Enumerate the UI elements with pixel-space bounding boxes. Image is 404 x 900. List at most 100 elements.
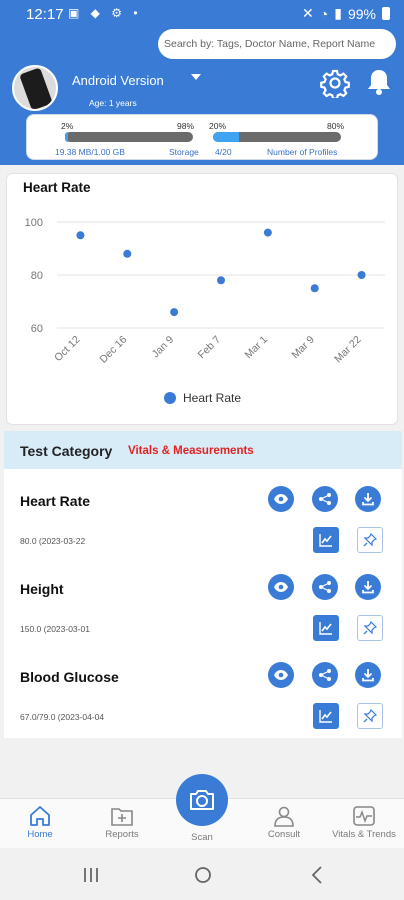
share-button[interactable] [312, 574, 338, 600]
download-button[interactable] [355, 574, 381, 600]
avatar[interactable] [12, 65, 58, 111]
trend-button[interactable] [313, 527, 339, 553]
x-tick-label: Feb 7 [196, 334, 224, 362]
profiles-used-pct: 20% [209, 121, 227, 131]
download-icon [362, 493, 374, 506]
profiles-bar-fill [213, 132, 239, 142]
stats-card: 2% 98% 19.38 MB/1.00 GB Storage 20% 80% … [26, 114, 378, 160]
item-title: Heart Rate [20, 493, 91, 509]
profiles-bar [213, 132, 341, 142]
data-point[interactable] [310, 284, 319, 293]
share-button[interactable] [312, 486, 338, 512]
item-value: 80.0 (2023-03-22 [20, 536, 86, 546]
pin-button[interactable] [357, 527, 383, 553]
notification-icons: ▣ ◆ ⚙ • [68, 6, 142, 20]
y-tick-label: 60 [31, 323, 43, 335]
view-button[interactable] [268, 486, 294, 512]
test-category-label: Test Category [20, 443, 113, 459]
pin-icon [363, 532, 378, 547]
status-time: 12:17 [26, 6, 64, 23]
x-tick-label: Mar 9 [289, 334, 317, 362]
heart-rate-chart: 100 80 60 Oct 12 Dec 16 Jan 9 Feb 7 Mar 1 Mar 9 M… [25, 217, 385, 405]
data-point[interactable] [170, 308, 179, 317]
bell-icon[interactable] [365, 67, 393, 97]
pin-icon [363, 708, 378, 723]
app-header: 12:17 ▣ ◆ ⚙ • ✕ ◔ ▮ 99% Search by: Tags,… [0, 0, 404, 165]
data-point[interactable] [217, 276, 225, 285]
vitals-icon [353, 806, 375, 826]
item-title: Blood Glucose [20, 669, 119, 685]
data-point[interactable] [123, 249, 132, 258]
camera-icon [190, 790, 214, 810]
share-icon [319, 669, 331, 681]
trend-button[interactable] [313, 703, 339, 729]
data-point[interactable] [357, 271, 366, 279]
nav-vitals[interactable]: Vitals & Trends [324, 805, 404, 840]
profile-name[interactable]: Android Version [72, 73, 164, 88]
download-button[interactable] [355, 486, 381, 512]
caret-down-icon[interactable] [190, 72, 202, 82]
nav-reports-label: Reports [105, 829, 139, 840]
test-category-value[interactable]: Vitals & Measurements [128, 445, 254, 457]
storage-label: Storage [169, 147, 199, 157]
recents-icon[interactable] [82, 866, 100, 884]
profiles-free-pct: 80% [327, 121, 345, 131]
storage-used-pct: 2% [61, 121, 74, 131]
profiles-label: Number of Profiles [267, 147, 338, 157]
pin-button[interactable] [357, 615, 383, 641]
data-point[interactable] [76, 231, 85, 240]
nav-home[interactable]: Home [0, 805, 80, 840]
x-tick-label: Mar 1 [243, 334, 271, 362]
pin-button[interactable] [357, 703, 383, 729]
share-button[interactable] [312, 662, 338, 688]
trend-chart-icon [319, 622, 332, 635]
status-right: ✕ ◔ ▮ 99% [302, 5, 390, 22]
download-icon [362, 669, 374, 682]
doctor-icon [274, 806, 294, 827]
eye-icon [274, 670, 288, 680]
share-icon [319, 493, 331, 505]
status-bar: 12:17 ▣ ◆ ⚙ • ✕ ◔ ▮ 99% [0, 0, 404, 28]
nav-home-label: Home [27, 829, 53, 840]
nav-vitals-label: Vitals & Trends [332, 829, 396, 840]
item-value: 150.0 (2023-03-01 [20, 624, 90, 634]
signal-icon: ▮ [334, 5, 342, 21]
scan-label: Scan [191, 832, 213, 843]
view-button[interactable] [268, 574, 294, 600]
item-title: Height [20, 581, 64, 597]
share-icon [319, 581, 331, 593]
profile-age: Age: 1 years [89, 98, 137, 108]
legend-marker [164, 392, 176, 404]
back-icon[interactable] [310, 865, 324, 885]
item-value: 67.0/79.0 (2023-04-04 [20, 712, 105, 722]
chart-card-title: Heart Rate [23, 180, 91, 195]
x-tick-label: Jan 9 [150, 334, 177, 361]
gear-icon[interactable] [320, 68, 350, 98]
nav-consult[interactable]: Consult [244, 805, 324, 840]
download-button[interactable] [355, 662, 381, 688]
view-button[interactable] [268, 662, 294, 688]
home-circle-icon[interactable] [193, 865, 213, 885]
storage-bar [65, 132, 193, 142]
scan-button[interactable] [176, 774, 228, 826]
chart-card: 100 80 60 Oct 12 Dec 16 Jan 9 Feb 7 Mar 1 Mar 9 M… [6, 173, 398, 425]
storage-bar-fill [65, 132, 68, 142]
home-icon [30, 806, 50, 826]
eye-icon [274, 494, 288, 504]
x-tick-label: Dec 16 [97, 334, 129, 366]
system-nav [0, 850, 404, 900]
trend-button[interactable] [313, 615, 339, 641]
download-icon [362, 581, 374, 594]
data-point[interactable] [263, 228, 272, 237]
eye-icon [274, 582, 288, 592]
test-category-bar[interactable]: Test Category Vitals & Measurements [4, 431, 402, 469]
nav-reports[interactable]: Reports [82, 805, 162, 840]
mute-icon: ✕ [302, 5, 314, 21]
y-tick-label: 80 [31, 270, 43, 282]
legend-label: Heart Rate [183, 391, 241, 405]
test-list: Heart Rate 80.0 (2023-03-22 Height 150.0… [4, 469, 402, 738]
search-input[interactable]: Search by: Tags, Doctor Name, Report Nam… [158, 29, 396, 59]
storage-free-pct: 98% [177, 121, 195, 131]
storage-amount: 19.38 MB/1.00 GB [55, 147, 125, 157]
nav-consult-label: Consult [267, 829, 301, 840]
